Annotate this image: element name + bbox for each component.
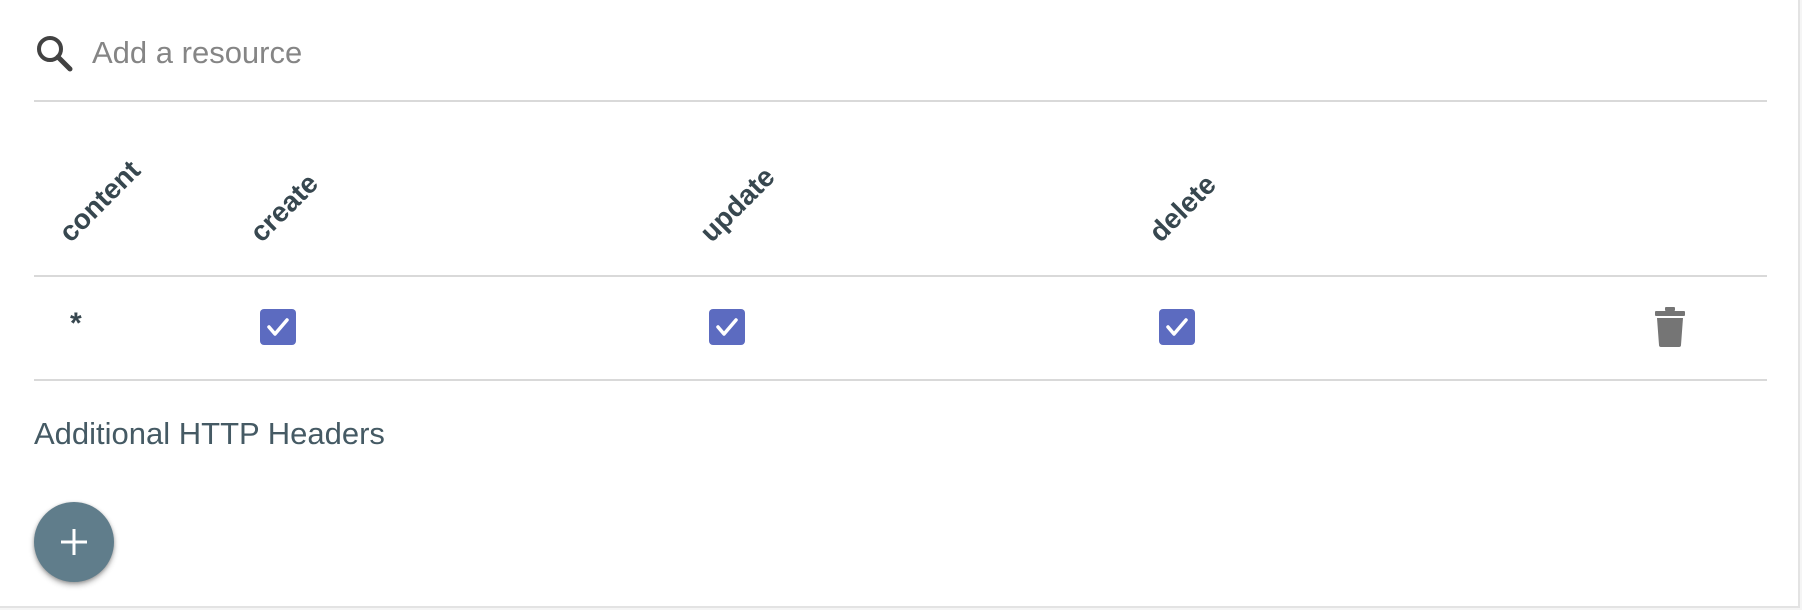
- check-icon: [716, 318, 738, 336]
- column-header-delete: delete: [1142, 168, 1222, 248]
- column-header-content: content: [52, 154, 147, 248]
- add-header-button[interactable]: [34, 502, 114, 582]
- check-icon: [1166, 318, 1188, 336]
- delete-checkbox[interactable]: [1159, 309, 1195, 345]
- additional-headers-title: Additional HTTP Headers: [34, 416, 385, 451]
- permissions-header-row: content create update delete: [34, 102, 1767, 277]
- resource-search-input[interactable]: [92, 28, 992, 78]
- permissions-panel: content create update delete *: [0, 0, 1800, 608]
- plus-icon: [61, 529, 87, 555]
- search-icon: [34, 33, 76, 75]
- table-row: *: [34, 277, 1767, 381]
- resource-name: *: [70, 307, 82, 340]
- check-icon: [267, 318, 289, 336]
- column-header-update: update: [693, 160, 781, 248]
- column-header-create: create: [243, 167, 325, 248]
- trash-icon[interactable]: [1655, 307, 1685, 347]
- update-checkbox[interactable]: [709, 309, 745, 345]
- resource-search-bar: [34, 0, 1767, 102]
- create-checkbox[interactable]: [260, 309, 296, 345]
